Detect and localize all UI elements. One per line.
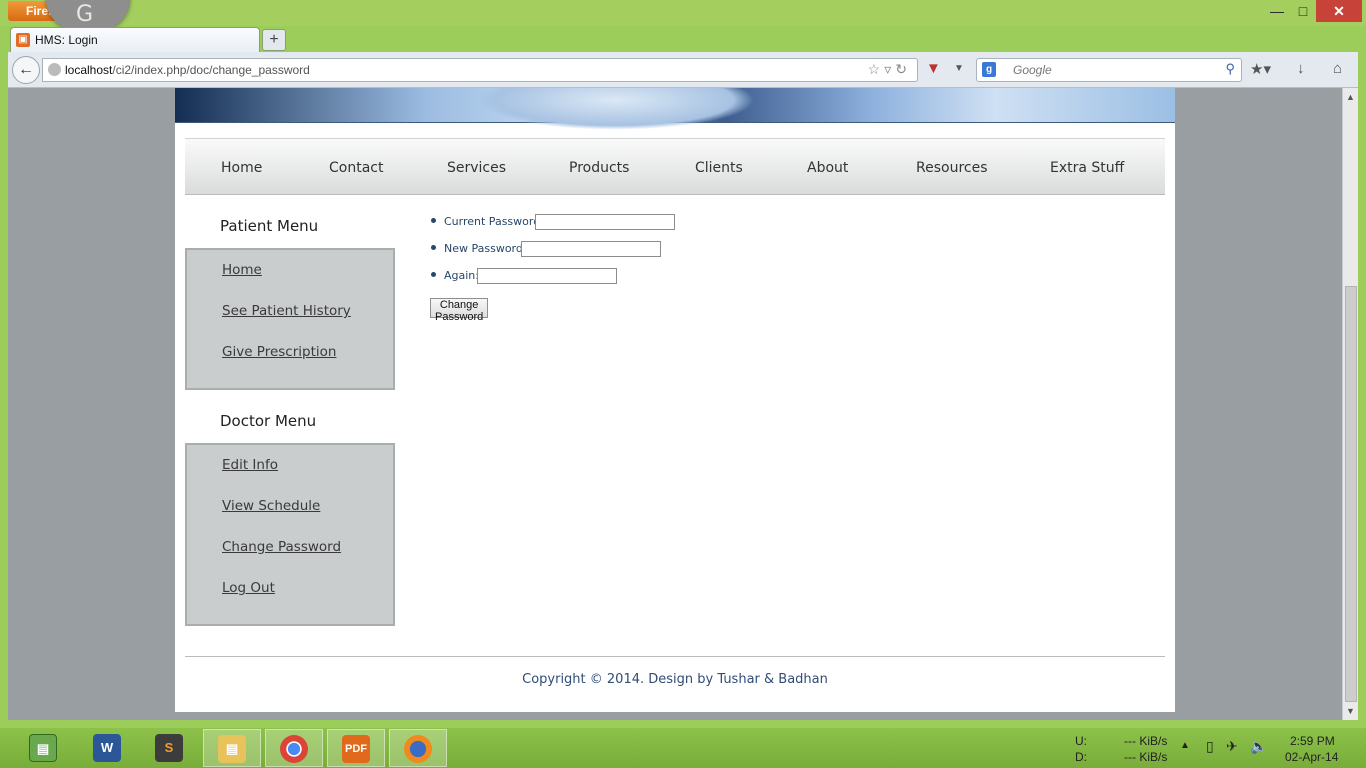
google-engine-icon[interactable]: g: [982, 62, 996, 77]
g-letter: G: [76, 2, 94, 27]
vertical-scrollbar[interactable]: ▲ ▼: [1342, 88, 1358, 720]
banner-dial: [475, 88, 755, 130]
taskbar-pdf[interactable]: PDF: [327, 729, 385, 767]
patient-menu: Home See Patient History Give Prescripti…: [185, 248, 395, 390]
footer-copyright: Copyright © 2014. Design by Tushar & Bad…: [522, 672, 828, 687]
bullet-icon: [431, 272, 436, 277]
nav-contact[interactable]: Contact: [329, 160, 383, 176]
home-icon[interactable]: ⌂: [1333, 60, 1342, 77]
nav-home[interactable]: Home: [221, 160, 262, 176]
window-titlebar: Firefox G — □ ✕: [0, 0, 1366, 34]
word-icon: W: [93, 734, 121, 762]
net-up-speed: --- KiB/s: [1124, 734, 1168, 748]
nav-services[interactable]: Services: [447, 160, 506, 176]
current-password-label: Current Password:: [444, 215, 544, 228]
change-password-link[interactable]: Change Password: [222, 539, 341, 555]
tray-expand-icon[interactable]: ▲: [1180, 740, 1190, 751]
taskbar-chrome[interactable]: [265, 729, 323, 767]
maximize-button[interactable]: □: [1286, 0, 1320, 22]
pdf-icon: PDF: [342, 735, 370, 763]
new-password-input[interactable]: [521, 241, 661, 257]
scroll-up-arrow-icon[interactable]: ▲: [1346, 92, 1355, 102]
tab-strip: ▣ HMS: Login +: [0, 26, 1366, 52]
taskbar-file-explorer[interactable]: ▤: [203, 729, 261, 767]
search-placeholder: Google: [1013, 63, 1052, 77]
close-window-button[interactable]: ✕: [1316, 0, 1362, 22]
net-up-label: U:: [1075, 734, 1087, 748]
chevron-down-icon[interactable]: ▼: [954, 63, 964, 74]
downloads-blocked-icon[interactable]: ▼: [926, 60, 941, 77]
doctor-menu-title: Doctor Menu: [220, 412, 317, 430]
taskbar-firefox[interactable]: [389, 729, 447, 767]
url-actions: ☆▿↻: [868, 61, 911, 78]
bullet-icon: [431, 245, 436, 250]
bookmark-star-icon[interactable]: ☆: [868, 61, 885, 77]
site-navigation: Home Contact Services Products Clients A…: [185, 138, 1165, 195]
address-bar[interactable]: localhost/ci2/index.php/doc/change_passw…: [42, 58, 918, 82]
taskbar-sublime[interactable]: S: [140, 729, 198, 767]
again-password-input[interactable]: [477, 268, 617, 284]
battery-icon[interactable]: ▯: [1206, 738, 1214, 755]
new-tab-button[interactable]: +: [262, 29, 286, 51]
sublime-icon: S: [155, 734, 183, 762]
site-favicon-icon: ▣: [16, 33, 30, 47]
nav-resources[interactable]: Resources: [916, 160, 988, 176]
patient-menu-title: Patient Menu: [220, 217, 319, 235]
log-out-link[interactable]: Log Out: [222, 580, 275, 596]
taskbar-presentation-app[interactable]: ▤: [14, 729, 72, 767]
tab-title: HMS: Login: [35, 33, 98, 47]
nav-products[interactable]: Products: [569, 160, 629, 176]
url-host: localhost: [65, 63, 113, 77]
scrollbar-thumb[interactable]: [1345, 286, 1357, 702]
reload-icon[interactable]: ↻: [895, 61, 911, 77]
volume-muted-icon[interactable]: 🔈: [1250, 738, 1267, 755]
give-prescription-link[interactable]: Give Prescription: [222, 344, 336, 360]
folder-icon: ▤: [218, 735, 246, 763]
nav-extra-stuff[interactable]: Extra Stuff: [1050, 160, 1124, 176]
globe-icon: [48, 63, 61, 76]
net-down-speed: --- KiB/s: [1124, 750, 1168, 764]
download-arrow-icon[interactable]: ↓: [1297, 60, 1305, 77]
patient-menu-home-link[interactable]: Home: [222, 262, 262, 278]
nav-about[interactable]: About: [807, 160, 848, 176]
scroll-down-arrow-icon[interactable]: ▼: [1346, 706, 1355, 716]
footer-divider: [185, 656, 1165, 657]
bullet-icon: [431, 218, 436, 223]
search-icon[interactable]: ⚲: [1225, 61, 1235, 77]
doctor-menu: Edit Info View Schedule Change Password …: [185, 443, 395, 626]
nav-clients[interactable]: Clients: [695, 160, 743, 176]
net-down-label: D:: [1075, 750, 1087, 764]
change-password-button[interactable]: Change Password: [430, 298, 489, 323]
site-page: Home Contact Services Products Clients A…: [175, 88, 1175, 712]
page-viewport: Home Contact Services Products Clients A…: [8, 88, 1342, 720]
windows-taskbar: ▤ W S ▤ PDF U: D: --- KiB/s --- KiB/s ▲ …: [0, 728, 1366, 768]
clock-time[interactable]: 2:59 PM: [1290, 734, 1335, 748]
new-password-label: New Password:: [444, 242, 527, 255]
view-schedule-link[interactable]: View Schedule: [222, 498, 320, 514]
chart-app-icon: ▤: [29, 734, 57, 762]
chrome-icon: [280, 735, 308, 763]
current-password-input[interactable]: [535, 214, 675, 230]
tab-hms-login[interactable]: ▣ HMS: Login: [10, 27, 260, 52]
back-button[interactable]: ←: [12, 56, 40, 84]
bookmarks-menu-icon[interactable]: ★▾: [1250, 60, 1271, 78]
search-bar[interactable]: g Google ⚲: [976, 58, 1242, 82]
edit-info-link[interactable]: Edit Info: [222, 457, 278, 473]
header-banner-image: [175, 88, 1175, 130]
airplane-mode-icon[interactable]: ✈: [1226, 738, 1238, 755]
again-password-label: Again:: [444, 269, 479, 282]
url-path: /ci2/index.php/doc/change_password: [112, 63, 310, 77]
see-patient-history-link[interactable]: See Patient History: [222, 303, 351, 319]
navigation-toolbar: ← localhost/ci2/index.php/doc/change_pas…: [8, 52, 1358, 88]
clock-date[interactable]: 02-Apr-14: [1285, 750, 1338, 764]
history-dropdown-icon[interactable]: ▿: [884, 61, 895, 77]
taskbar-word[interactable]: W: [78, 729, 136, 767]
firefox-icon: [404, 735, 432, 763]
